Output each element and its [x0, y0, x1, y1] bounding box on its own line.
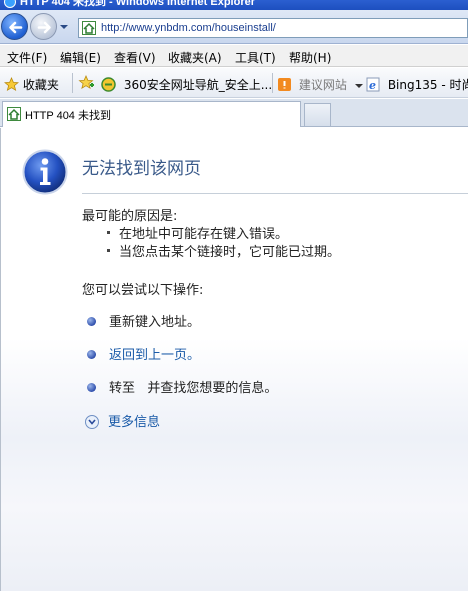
expand-chevron-icon	[85, 414, 99, 429]
menu-file[interactable]: 文件(F)	[7, 49, 47, 66]
more-info-link[interactable]: 更多信息	[85, 411, 160, 430]
action-item-retype: 重新键入地址。	[87, 311, 200, 330]
favorites-separator	[272, 73, 273, 93]
reason-text: 在地址中可能存在键入错误。	[119, 227, 289, 242]
forward-button[interactable]	[30, 13, 57, 40]
chevron-down-icon	[354, 83, 363, 88]
back-button[interactable]	[1, 13, 28, 40]
blue-bullet-icon	[87, 383, 96, 392]
blue-bullet-icon	[87, 350, 96, 359]
page-favicon-icon	[7, 107, 21, 121]
favorites-button[interactable]: 收藏夹	[3, 76, 59, 93]
favorites-separator	[72, 73, 73, 93]
new-tab-button[interactable]	[304, 103, 331, 126]
blue-bullet-icon	[87, 317, 96, 326]
favorite-item-360-label: 360安全网址导航_安全上...	[123, 78, 273, 92]
ie-page-icon: e	[366, 77, 380, 92]
address-bar[interactable]	[78, 18, 468, 38]
menu-view[interactable]: 查看(V)	[114, 49, 156, 66]
suggested-sites-icon	[278, 78, 291, 91]
bing135-label: Bing135 - 时尚生	[387, 78, 468, 92]
favorites-label: 收藏夹	[22, 78, 59, 92]
window-title-bar: HTTP 404 未找到 - Windows Internet Explorer	[0, 0, 468, 10]
favorite-item-bing135[interactable]: e Bing135 - 时尚生	[366, 76, 468, 93]
menu-bar: 文件(F) 编辑(E) 查看(V) 收藏夹(A) 工具(T) 帮助(H)	[0, 45, 468, 67]
svg-text:e: e	[369, 79, 376, 92]
back-arrow-icon	[9, 21, 23, 34]
bullet-dot-icon	[107, 249, 110, 252]
add-favorite-icon[interactable]	[78, 75, 95, 91]
tab-label: HTTP 404 未找到	[25, 110, 111, 122]
360-logo-icon	[101, 77, 116, 92]
action-text: 重新键入地址。	[109, 315, 201, 330]
tab-http-404[interactable]: HTTP 404 未找到	[2, 101, 301, 127]
favorites-bar: 收藏夹 360安全网址导航_安全上... 建议网站 e Bing135 - 时尚…	[0, 68, 468, 98]
window-title: HTTP 404 未找到 - Windows Internet Explorer	[20, 0, 256, 8]
menu-edit[interactable]: 编辑(E)	[60, 49, 101, 66]
action-item-goto: 转至 并查找您想要的信息。	[87, 377, 277, 396]
page-favicon-icon	[82, 21, 96, 35]
ie-logo-icon	[4, 0, 16, 8]
page-title: 无法找到该网页	[82, 159, 201, 179]
action-item-go-back[interactable]: 返回到上一页。	[87, 344, 200, 363]
reason-heading: 最可能的原因是:	[82, 209, 178, 224]
reason-item: 在地址中可能存在键入错误。	[107, 223, 288, 242]
action-text: 转至 并查找您想要的信息。	[109, 381, 278, 396]
go-back-link[interactable]: 返回到上一页。	[109, 348, 200, 363]
more-info-label: 更多信息	[108, 415, 161, 430]
page-content: 无法找到该网页 最可能的原因是: 在地址中可能存在键入错误。 当您点击某个链接时…	[0, 128, 468, 591]
navigation-bar	[0, 10, 468, 44]
favorite-item-360[interactable]: 360安全网址导航_安全上...	[101, 76, 272, 93]
menu-help[interactable]: 帮助(H)	[289, 49, 331, 66]
reason-item: 当您点击某个链接时，它可能已过期。	[107, 241, 340, 260]
favorite-item-suggested-sites[interactable]: 建议网站	[277, 76, 363, 93]
info-icon	[22, 149, 68, 195]
menu-tools[interactable]: 工具(T)	[235, 49, 276, 66]
title-divider	[82, 193, 468, 194]
tab-bar: HTTP 404 未找到	[0, 99, 468, 127]
suggested-sites-label: 建议网站	[298, 78, 347, 92]
actions-heading: 您可以尝试以下操作:	[82, 283, 204, 298]
address-input[interactable]	[101, 20, 461, 36]
forward-arrow-icon	[37, 21, 51, 34]
reason-text: 当您点击某个链接时，它可能已过期。	[119, 245, 341, 260]
history-dropdown-icon[interactable]	[59, 23, 69, 31]
menu-favorites[interactable]: 收藏夹(A)	[168, 49, 222, 66]
bullet-dot-icon	[107, 231, 110, 234]
favorites-star-icon	[3, 76, 20, 92]
